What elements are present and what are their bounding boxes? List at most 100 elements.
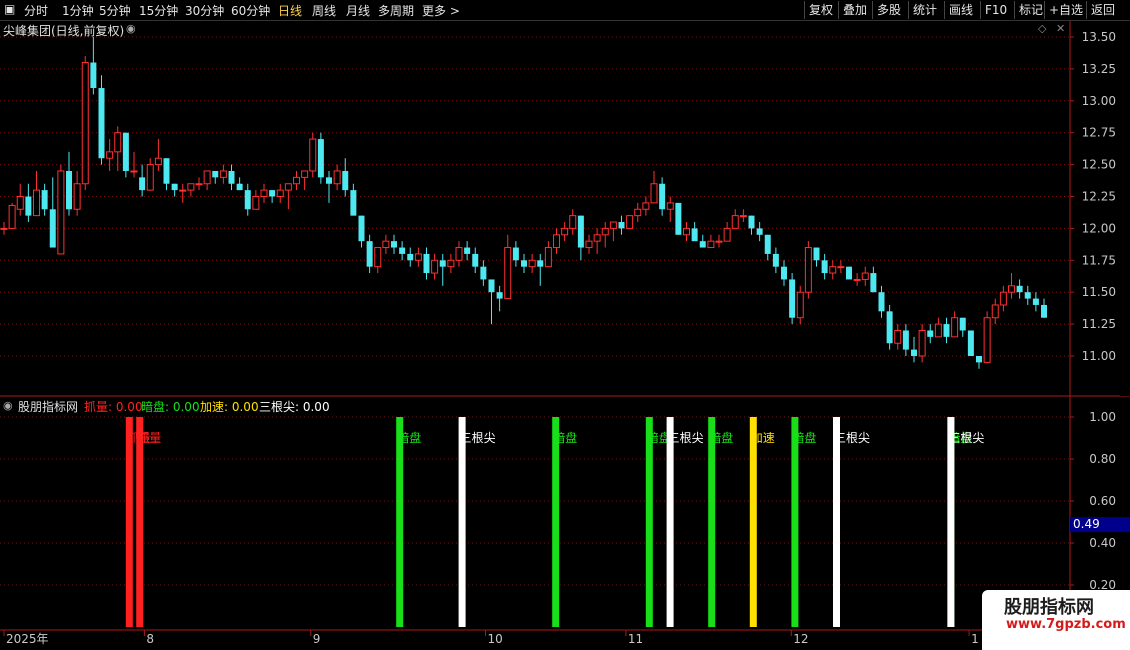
price-tick-label: 11.25 xyxy=(1082,317,1116,331)
candle-body xyxy=(934,323,942,338)
candle-body xyxy=(1041,304,1047,318)
candle-body xyxy=(976,356,982,363)
candle-body xyxy=(911,349,917,356)
candle-body xyxy=(999,291,1007,306)
candle-body xyxy=(98,88,105,159)
candle-body xyxy=(342,170,349,191)
candle-body xyxy=(41,190,48,210)
candle-body xyxy=(81,62,89,185)
signal-bar xyxy=(552,417,560,627)
candle-body xyxy=(122,132,129,171)
candle-body xyxy=(512,247,519,261)
candle-body xyxy=(691,228,698,242)
candle-body xyxy=(853,278,861,281)
candle-body xyxy=(659,183,666,210)
kline-chart[interactable]: 13.50 13.25 13.00 12.75 12.50 12.25 12.00 11.75… xyxy=(0,0,1130,650)
signal-bar xyxy=(136,417,144,627)
price-tick-label: 12.25 xyxy=(1082,190,1116,204)
candle-body xyxy=(187,183,195,191)
candle-body xyxy=(675,202,682,235)
watermark-title: 股朋指标网 xyxy=(1004,597,1094,618)
signal-label: 三根尖 xyxy=(668,431,704,445)
candle-body xyxy=(601,227,609,236)
price-tick-label: 13.25 xyxy=(1082,62,1116,76)
collapse-icon[interactable]: ◉ xyxy=(3,399,13,412)
side-strip xyxy=(1120,21,1130,396)
candle-body xyxy=(967,330,974,356)
candle-body xyxy=(902,330,909,350)
candle-body xyxy=(577,215,584,248)
candle-body xyxy=(496,292,503,299)
date-label: 9 xyxy=(313,632,321,646)
candle-body xyxy=(350,190,357,216)
candle-body xyxy=(666,202,674,210)
candle-body xyxy=(748,215,755,229)
candle-body xyxy=(488,279,495,293)
candle-body xyxy=(106,151,114,159)
candle-body xyxy=(114,132,122,153)
dropdown-icon[interactable]: ◉ xyxy=(126,22,136,35)
candle-body xyxy=(943,324,950,337)
date-label: 1 xyxy=(971,632,979,646)
candle-body xyxy=(772,253,779,267)
candle-body xyxy=(317,139,324,178)
candle-body xyxy=(821,260,828,274)
candle-body xyxy=(276,189,284,197)
price-tick-label: 12.75 xyxy=(1082,126,1116,140)
candle-body xyxy=(699,241,706,248)
candle-body xyxy=(163,158,170,184)
candle-body xyxy=(57,170,65,255)
candle-body xyxy=(391,241,397,248)
indicator-field: 暗盘: 0.00 xyxy=(141,400,200,414)
candle-body xyxy=(991,304,999,319)
candle-body xyxy=(423,253,430,274)
price-tick-label: 13.00 xyxy=(1082,94,1116,108)
candle-body xyxy=(472,253,479,267)
candle-body xyxy=(650,183,658,204)
candle-body xyxy=(228,170,235,184)
candle-body xyxy=(431,259,439,274)
watermark-url: www.7gpzb.com xyxy=(1006,617,1126,632)
site-watermark: 股朋指标网 www.7gpzb.com xyxy=(982,590,1130,650)
candle-body xyxy=(269,190,276,197)
candle-body xyxy=(358,215,365,242)
diamond-icon[interactable]: ◇ xyxy=(1038,22,1046,35)
candle-body xyxy=(179,189,187,192)
candle-body xyxy=(203,170,211,185)
signal-label: 暗盘 xyxy=(792,430,816,445)
candle-body xyxy=(1008,285,1015,293)
indicator-field: 三根尖: 0.00 xyxy=(259,400,330,414)
candle-body xyxy=(829,266,837,274)
candle-body xyxy=(16,196,24,210)
close-icon[interactable]: ✕ xyxy=(1056,22,1065,35)
candle-body xyxy=(764,234,771,254)
candle-body xyxy=(951,317,959,338)
candle-body xyxy=(927,330,934,337)
price-tick-label: 13.50 xyxy=(1082,30,1116,44)
candle-body xyxy=(195,183,203,186)
indicator-title: 股朋指标网 xyxy=(18,400,79,414)
candle-body xyxy=(464,247,471,254)
candle-body xyxy=(171,183,178,191)
candle-body xyxy=(796,291,804,319)
signal-bar xyxy=(666,417,674,627)
candle-body xyxy=(244,190,251,210)
candle-body xyxy=(455,247,463,261)
candle-body xyxy=(49,209,56,248)
price-tick-label: 11.75 xyxy=(1082,253,1116,267)
signal-bar xyxy=(396,417,404,627)
candle-body xyxy=(439,260,446,267)
price-tick-label: 11.50 xyxy=(1082,285,1116,299)
candle-body xyxy=(333,170,341,185)
candle-body xyxy=(642,202,650,210)
candle-body xyxy=(846,266,852,280)
candle-body xyxy=(609,221,617,229)
candle-body xyxy=(236,183,243,191)
candle-body xyxy=(544,247,552,268)
date-label: 12 xyxy=(793,632,808,646)
candle-body xyxy=(504,247,512,300)
date-label: 2025年 xyxy=(6,632,49,646)
candle-body xyxy=(260,189,268,197)
signal-label: 抓量 xyxy=(137,431,161,445)
candle-body xyxy=(723,227,731,242)
